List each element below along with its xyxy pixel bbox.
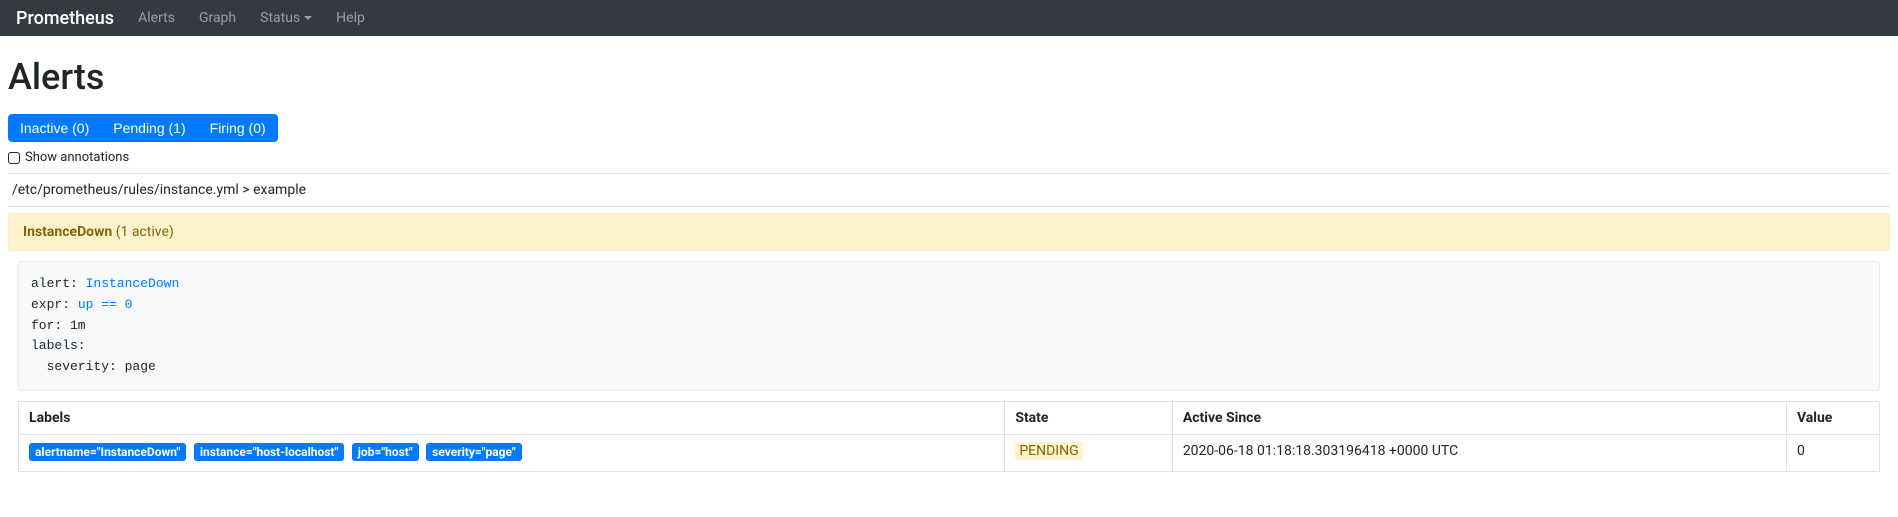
yaml-severity-line: severity: page [31, 359, 156, 374]
nav-status[interactable]: Status [252, 6, 320, 30]
th-active-since: Active Since [1172, 401, 1786, 434]
page-title: Alerts [8, 56, 1890, 98]
table-header-row: Labels State Active Since Value [19, 401, 1880, 434]
nav-status-label: Status [260, 10, 300, 26]
navbar-brand[interactable]: Prometheus [16, 8, 114, 29]
nav-help[interactable]: Help [328, 6, 373, 30]
td-active-since: 2020-06-18 01:18:18.303196418 +0000 UTC [1172, 434, 1786, 471]
filter-pending-button[interactable]: Pending (1) [101, 114, 197, 142]
yaml-alert-val[interactable]: InstanceDown [86, 276, 180, 291]
checkbox-icon [8, 152, 20, 164]
table-row: alertname="InstanceDown" instance="host-… [19, 434, 1880, 471]
show-annotations-toggle[interactable]: Show annotations [8, 150, 1890, 165]
state-badge: PENDING [1015, 442, 1082, 460]
yaml-expr-val[interactable]: up == 0 [78, 297, 133, 312]
filter-toggle-group: Inactive (0) Pending (1) Firing (0) [8, 114, 1890, 142]
navbar-nav: Alerts Graph Status Help [130, 6, 381, 30]
alert-count: (1 active) [116, 224, 174, 240]
label-badge-severity[interactable]: severity="page" [426, 443, 522, 461]
alerts-table: Labels State Active Since Value alertnam… [18, 401, 1880, 472]
nav-graph[interactable]: Graph [191, 6, 244, 30]
caret-down-icon [304, 16, 312, 20]
filter-firing-button[interactable]: Firing (0) [198, 114, 278, 142]
nav-alerts[interactable]: Alerts [130, 6, 183, 30]
rule-path: /etc/prometheus/rules/instance.yml > exa… [8, 173, 1890, 207]
yaml-alert-key: alert: [31, 276, 78, 291]
alert-name: InstanceDown [23, 224, 112, 240]
yaml-labels-line: labels: [31, 338, 86, 353]
label-badge-job[interactable]: job="host" [352, 443, 419, 461]
td-value: 0 [1786, 434, 1879, 471]
alert-header[interactable]: InstanceDown (1 active) [8, 213, 1890, 251]
th-state: State [1005, 401, 1172, 434]
navbar: Prometheus Alerts Graph Status Help [0, 0, 1898, 36]
yaml-expr-key: expr: [31, 297, 70, 312]
main-container: Alerts Inactive (0) Pending (1) Firing (… [0, 36, 1898, 490]
yaml-for-line: for: 1m [31, 318, 86, 333]
td-state: PENDING [1005, 434, 1172, 471]
label-badge-alertname[interactable]: alertname="InstanceDown" [29, 443, 186, 461]
filter-inactive-button[interactable]: Inactive (0) [8, 114, 101, 142]
rule-yaml-block: alert: InstanceDown expr: up == 0 for: 1… [18, 261, 1880, 391]
label-badge-instance[interactable]: instance="host-localhost" [194, 443, 345, 461]
show-annotations-label: Show annotations [25, 150, 129, 165]
td-labels: alertname="InstanceDown" instance="host-… [19, 434, 1005, 471]
th-labels: Labels [19, 401, 1005, 434]
th-value: Value [1786, 401, 1879, 434]
alert-panel: InstanceDown (1 active) alert: InstanceD… [8, 213, 1890, 472]
